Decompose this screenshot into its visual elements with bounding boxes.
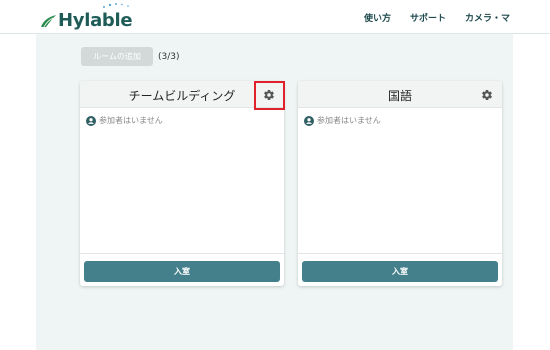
nav-camera-mic[interactable]: カメラ・マ (465, 11, 510, 24)
participant-status: 参加者はいません (304, 115, 381, 126)
logo-dots-icon (103, 3, 129, 8)
participant-empty-text: 参加者はいません (99, 116, 163, 125)
room-settings-button[interactable] (480, 88, 494, 102)
user-circle-icon (86, 115, 96, 126)
enter-room-button[interactable]: 入室 (84, 261, 280, 282)
hylable-logo[interactable]: Hylable (40, 3, 133, 32)
room-title: 国語 (387, 89, 412, 103)
header-nav: 使い方 サポート カメラ・マ (364, 11, 529, 24)
settings-highlight-box (254, 81, 285, 110)
nav-support[interactable]: サポート (410, 11, 446, 24)
card-divider (298, 253, 502, 254)
enter-room-button[interactable]: 入室 (302, 261, 498, 282)
participant-status: 参加者はいません (86, 115, 163, 126)
add-room-button[interactable]: ルームの追加 (81, 47, 153, 66)
room-card: チームビルディング 参加者はいません 入室 (80, 81, 284, 286)
hylable-leaf-icon (41, 14, 56, 27)
nav-how-to-use[interactable]: 使い方 (364, 11, 391, 24)
top-header: Hylable 使い方 サポート カメラ・マ (0, 0, 550, 34)
card-divider (80, 253, 284, 254)
room-card-header: 国語 (298, 81, 502, 108)
participant-empty-text: 参加者はいません (317, 116, 381, 125)
gear-icon (482, 90, 492, 101)
room-toolbar: ルームの追加 (3/3) (81, 47, 180, 66)
room-card: 国語 参加者はいません 入室 (298, 81, 502, 286)
logo-text: Hylable (58, 9, 133, 31)
user-circle-icon (304, 115, 314, 126)
room-count: (3/3) (158, 51, 180, 62)
